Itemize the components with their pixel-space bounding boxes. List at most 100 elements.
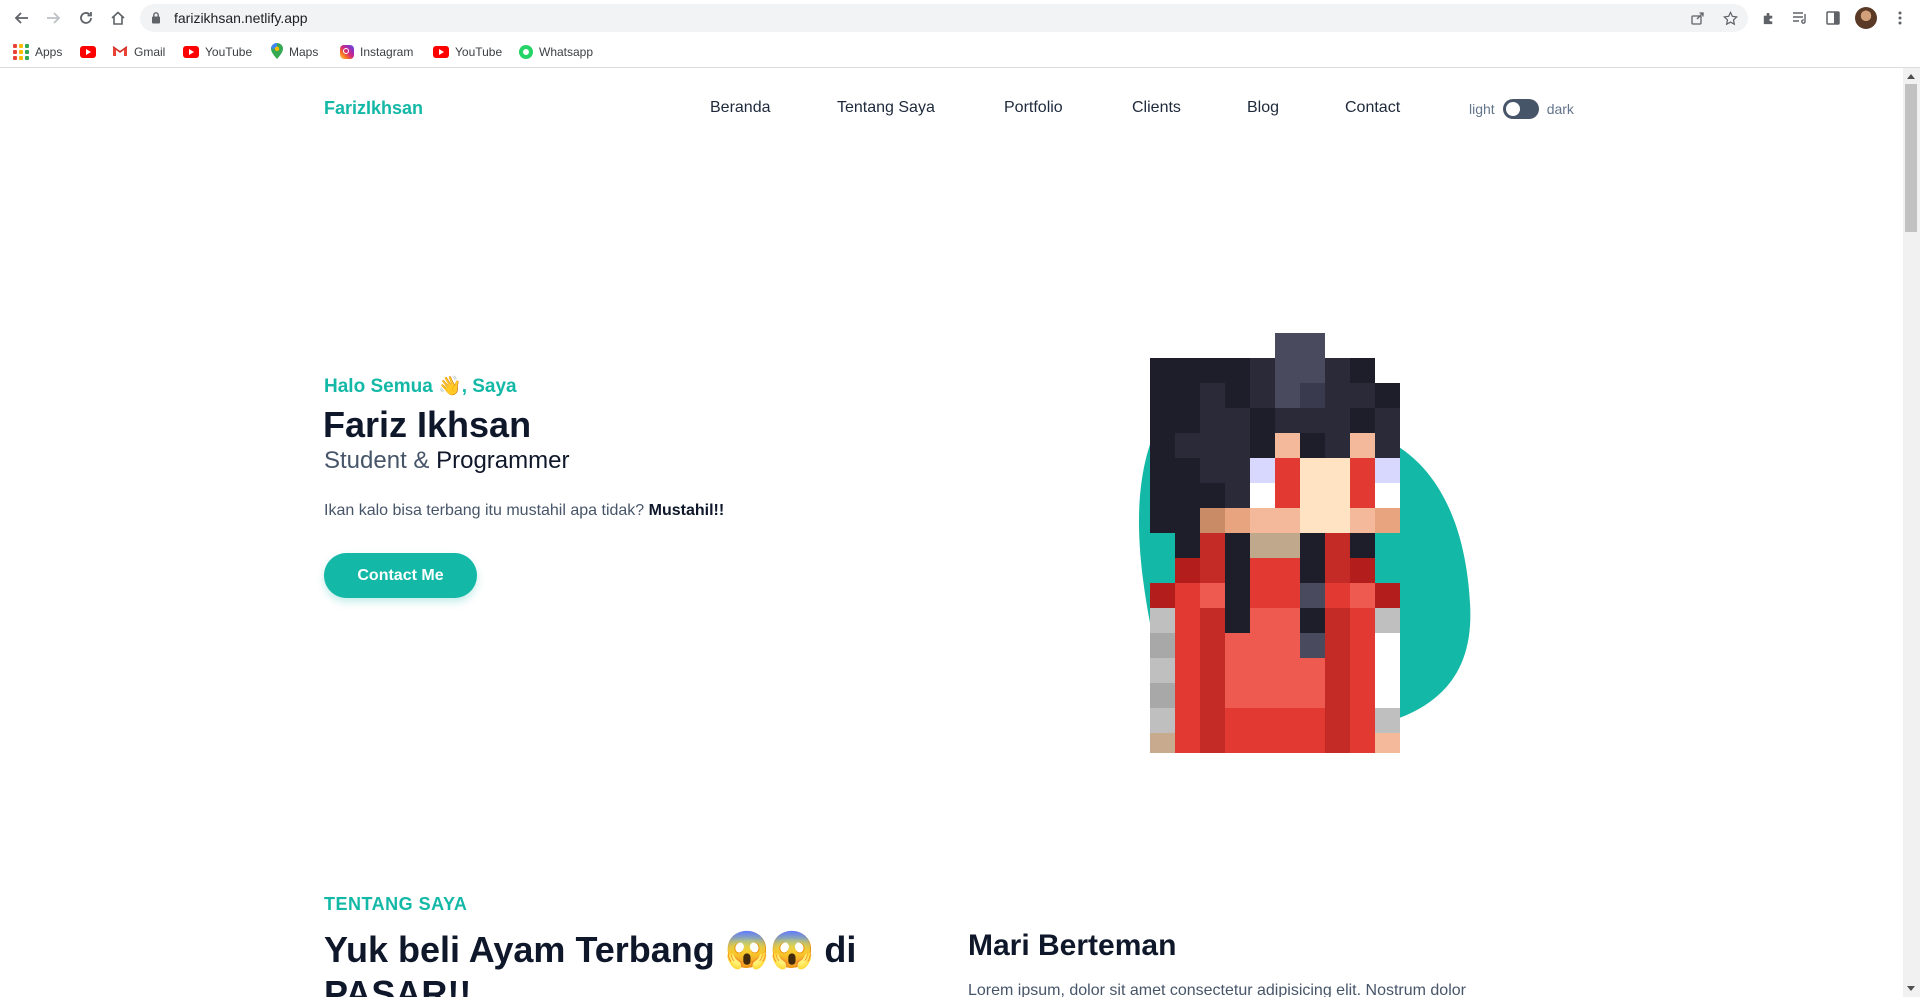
side-panel-icon[interactable] — [1821, 6, 1845, 30]
pixel — [1150, 408, 1175, 433]
pixel — [1225, 433, 1250, 458]
pixel-avatar-illustration — [1138, 333, 1471, 753]
youtube-icon — [433, 46, 449, 58]
pixel — [1275, 658, 1300, 683]
pixel — [1375, 708, 1400, 733]
pixel — [1375, 483, 1400, 508]
pixel — [1225, 508, 1250, 533]
pixel — [1325, 633, 1350, 658]
contact-me-button[interactable]: Contact Me — [324, 553, 477, 598]
pixel — [1275, 508, 1300, 533]
pixel — [1250, 483, 1275, 508]
scroll-down-arrow-icon[interactable] — [1907, 986, 1915, 991]
page-scrollbar[interactable] — [1903, 68, 1920, 997]
hero-role: Student & Programmer — [324, 447, 569, 475]
profile-avatar[interactable] — [1855, 7, 1877, 29]
youtube-icon — [80, 46, 96, 58]
lock-icon — [151, 11, 161, 29]
bookmark-maps[interactable]: Maps — [271, 42, 319, 61]
bookmark-youtube-icon-only[interactable] — [80, 43, 96, 61]
hero-description: Ikan kalo bisa terbang itu mustahil apa … — [324, 502, 724, 520]
pixel — [1250, 358, 1275, 383]
bookmark-youtube[interactable]: YouTube — [183, 43, 252, 61]
pixel — [1350, 483, 1375, 508]
more-menu-icon[interactable] — [1888, 6, 1912, 30]
pixel — [1175, 558, 1200, 583]
pixel — [1275, 433, 1300, 458]
pixel — [1225, 608, 1250, 633]
pixel — [1300, 633, 1325, 658]
bookmark-youtube-2[interactable]: YouTube — [433, 43, 502, 61]
pixel — [1250, 633, 1275, 658]
pixel — [1175, 483, 1200, 508]
bookmark-whatsapp[interactable]: Whatsapp — [519, 43, 593, 61]
pixel-character — [1150, 333, 1400, 753]
home-icon[interactable] — [106, 6, 130, 30]
nav-blog[interactable]: Blog — [1247, 99, 1279, 117]
pixel — [1325, 358, 1350, 383]
pixel — [1300, 508, 1325, 533]
url-text[interactable]: farizikhsan.netlify.app — [174, 10, 308, 26]
pixel — [1225, 558, 1250, 583]
nav-beranda[interactable]: Beranda — [710, 99, 771, 117]
pixel — [1175, 683, 1200, 708]
pixel — [1275, 583, 1300, 608]
hero-role-b: Programmer — [436, 447, 570, 474]
pixel — [1275, 633, 1300, 658]
share-icon[interactable] — [1690, 10, 1706, 26]
bookmark-instagram[interactable]: Instagram — [340, 43, 413, 61]
pixel — [1150, 733, 1175, 753]
pixel — [1175, 608, 1200, 633]
pixel — [1250, 533, 1275, 558]
back-arrow-icon[interactable] — [10, 6, 34, 30]
address-bar[interactable]: farizikhsan.netlify.app — [140, 4, 1748, 32]
media-queue-icon[interactable] — [1788, 6, 1812, 30]
pixel — [1200, 458, 1225, 483]
pixel — [1150, 458, 1175, 483]
apps-grid-icon — [13, 44, 29, 60]
pixel — [1300, 358, 1325, 383]
pixel — [1225, 708, 1250, 733]
nav-portfolio[interactable]: Portfolio — [1004, 99, 1063, 117]
whatsapp-icon — [519, 45, 533, 59]
bookmark-label: Maps — [289, 45, 319, 59]
pixel — [1250, 558, 1275, 583]
pixel — [1275, 408, 1300, 433]
pixel — [1275, 608, 1300, 633]
about-subtitle: Mari Berteman — [968, 929, 1177, 962]
reload-icon[interactable] — [74, 6, 98, 30]
pixel — [1150, 508, 1175, 533]
pixel — [1325, 483, 1350, 508]
pixel — [1375, 733, 1400, 753]
pixel — [1200, 708, 1225, 733]
pixel — [1275, 333, 1300, 358]
pixel — [1250, 733, 1275, 753]
pixel — [1150, 433, 1175, 458]
nav-clients[interactable]: Clients — [1132, 99, 1181, 117]
pixel — [1325, 558, 1350, 583]
scroll-up-arrow-icon[interactable] — [1907, 74, 1915, 79]
youtube-icon — [183, 46, 199, 58]
bookmark-star-icon[interactable] — [1722, 10, 1738, 26]
about-text: Lorem ipsum, dolor sit amet consectetur … — [968, 982, 1466, 997]
bookmark-gmail[interactable]: Gmail — [112, 43, 165, 61]
scroll-thumb[interactable] — [1905, 84, 1917, 232]
pixel — [1375, 633, 1400, 658]
bookmark-apps[interactable]: Apps — [13, 43, 62, 61]
dark-mode-toggle[interactable] — [1502, 99, 1539, 119]
pixel — [1300, 658, 1325, 683]
web-page: FarizIkhsan Beranda Tentang Saya Portfol… — [0, 68, 1903, 997]
site-brand[interactable]: FarizIkhsan — [324, 98, 423, 119]
nav-tentang-saya[interactable]: Tentang Saya — [837, 99, 935, 117]
pixel — [1325, 508, 1350, 533]
pixel — [1250, 708, 1275, 733]
pixel — [1250, 683, 1275, 708]
toggle-knob — [1505, 102, 1520, 116]
pixel — [1350, 408, 1375, 433]
pixel — [1200, 683, 1225, 708]
pixel — [1150, 683, 1175, 708]
pixel — [1350, 658, 1375, 683]
nav-contact[interactable]: Contact — [1345, 99, 1400, 117]
forward-arrow-icon[interactable] — [41, 6, 65, 30]
extensions-puzzle-icon[interactable] — [1756, 6, 1780, 30]
